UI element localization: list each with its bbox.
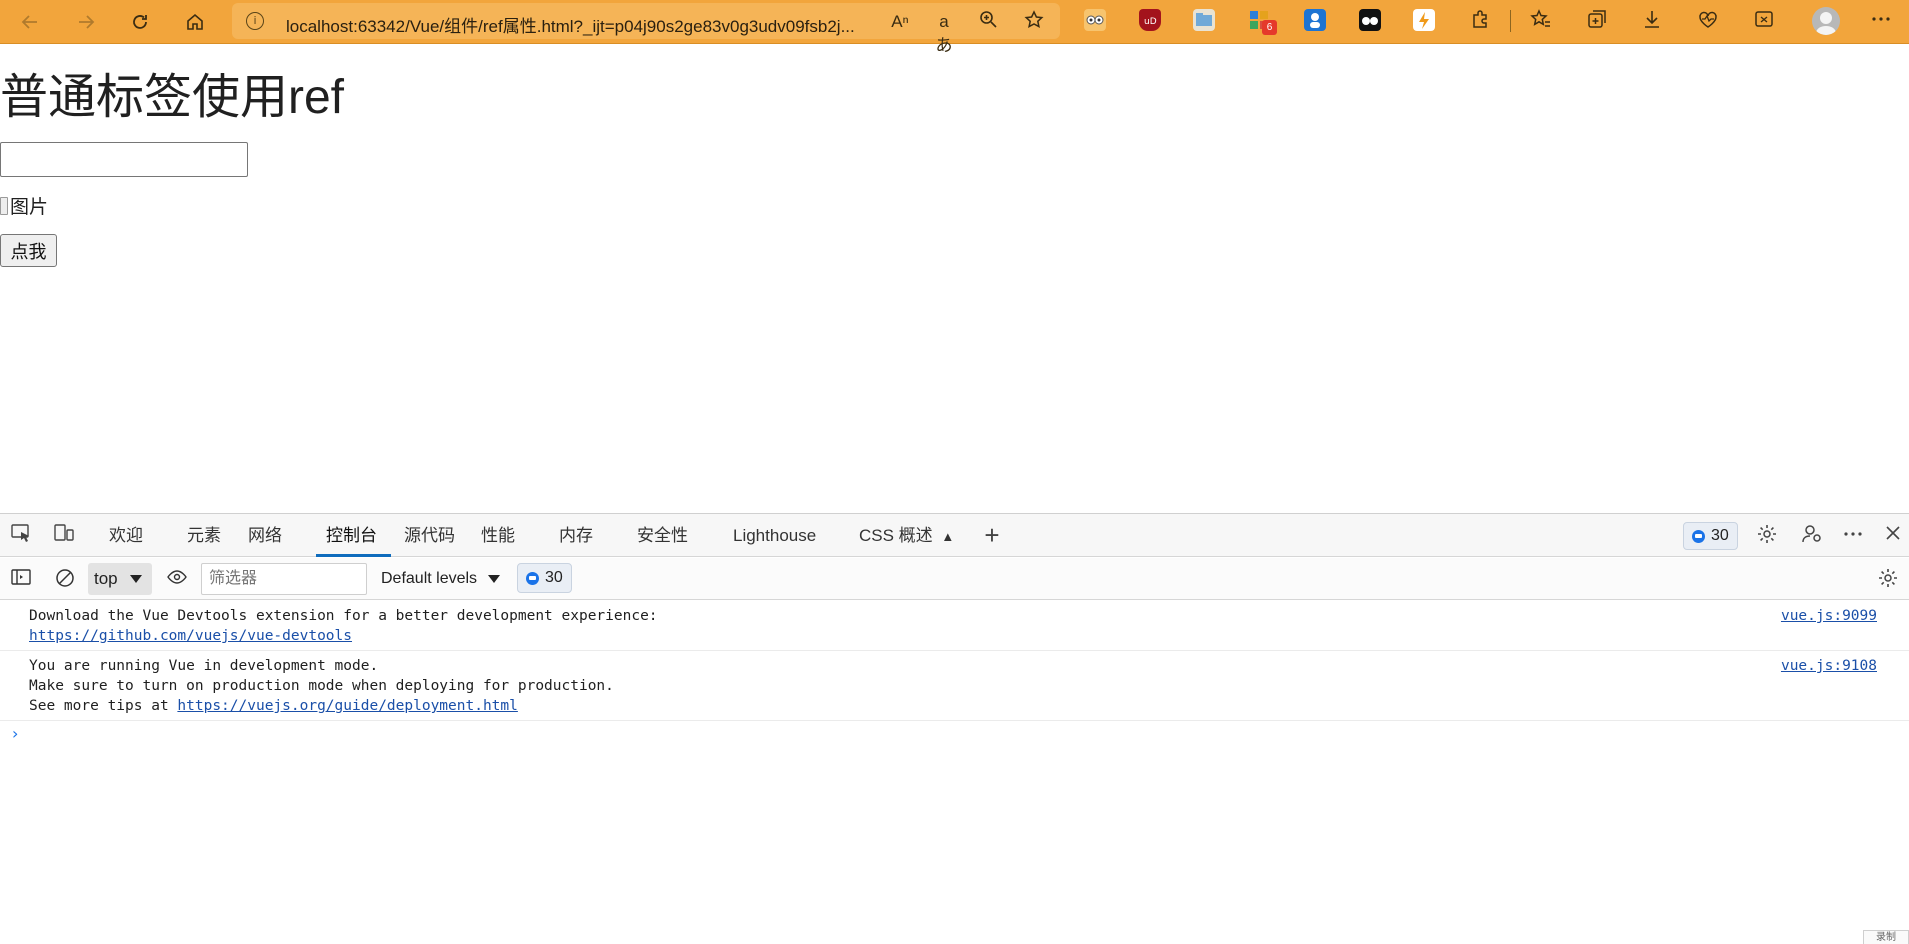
svg-text:uD: uD [1144,17,1157,27]
add-tab-icon[interactable]: + [979,522,1005,548]
message-text: Download the Vue Devtools extension for … [29,608,658,624]
extension-badge: 6 [1262,20,1277,35]
more-menu-icon[interactable] [1867,8,1895,36]
console-message: Download the Vue Devtools extension for … [0,601,1909,651]
tab-network[interactable]: 网络 [248,514,282,557]
issues-badge[interactable]: 30 [1683,522,1738,550]
zoom-icon[interactable] [976,10,1000,34]
extension-owl-icon[interactable] [1084,9,1106,31]
broken-image-icon [0,196,8,215]
downloads-icon[interactable] [1638,8,1666,36]
favorites-icon[interactable] [1527,8,1555,36]
text-input[interactable] [0,142,248,177]
log-levels-label: Default levels [381,570,478,587]
address-bar[interactable]: i localhost:63342/Vue/组件/ref属性.html?_ijt… [232,3,1060,55]
home-icon[interactable] [179,6,211,38]
tab-security[interactable]: 安全性 [637,514,688,557]
browser-toolbar: i localhost:63342/Vue/组件/ref属性.html?_ijt… [0,0,1909,55]
console-settings-gear-icon[interactable] [1875,567,1901,591]
tab-css-overview[interactable]: CSS 概述 ▲ [859,514,954,557]
profile-avatar[interactable] [1812,7,1840,35]
tab-performance[interactable]: 性能 [481,514,515,557]
extension-bolt-icon[interactable] [1413,9,1435,31]
extension-folder-icon[interactable] [1193,9,1215,31]
console-issues-badge[interactable]: 30 [517,563,572,593]
message-icon [526,571,539,585]
devtools-tab-bar: 欢迎 元素 网络 控制台 源代码 性能 内存 安全性 Lighthouse CS… [0,514,1909,557]
forward-arrow-icon[interactable] [70,6,102,38]
extension-person-icon[interactable] [1304,9,1326,31]
tab-welcome[interactable]: 欢迎 [109,514,143,557]
more-options-icon[interactable] [1840,523,1866,547]
console-filter-input[interactable] [201,563,367,595]
broken-image: 图片 [0,192,48,219]
tab-elements[interactable]: 元素 [187,514,221,557]
tab-css-overview-label: CSS 概述 [859,526,933,545]
toolbar-separator [1510,10,1511,32]
message-link[interactable]: https://vuejs.org/guide/deployment.html [177,698,517,714]
tab-sources[interactable]: 源代码 [404,514,455,557]
message-link[interactable]: https://github.com/vuejs/vue-devtools [29,628,352,644]
message-text: You are running Vue in development mode. [29,658,379,674]
message-source-link[interactable]: vue.js:9108 [1781,656,1877,676]
message-text: Make sure to turn on production mode whe… [29,678,614,694]
translate-icon[interactable]: aあ [932,10,956,55]
message-icon [1692,529,1705,543]
console-output: Download the Vue Devtools extension for … [0,601,1909,747]
console-message: You are running Vue in development mode.… [0,651,1909,721]
refresh-icon[interactable] [124,6,156,38]
clear-console-icon[interactable] [52,567,78,591]
console-sidebar-icon[interactable] [8,567,34,591]
console-filter-bar: top Default levels 30 [0,558,1909,600]
chevron-down-icon [488,575,500,583]
tab-lighthouse[interactable]: Lighthouse [733,514,816,557]
inspect-element-icon[interactable] [8,523,34,547]
click-me-button[interactable]: 点我 [0,234,57,267]
console-issues-count: 30 [545,569,563,586]
tab-console[interactable]: 控制台 [316,514,391,557]
close-devtools-icon[interactable] [1880,523,1906,547]
extension-glasses-icon[interactable] [1359,9,1381,31]
issues-count: 30 [1711,527,1729,544]
browser-essentials-icon[interactable] [1694,8,1722,36]
image-alt-text: 图片 [10,197,49,218]
tab-memory[interactable]: 内存 [559,514,593,557]
prompt-chevron-icon: › [12,724,19,743]
log-levels-dropdown[interactable]: Default levels [381,563,505,595]
devtools-panel: 欢迎 元素 网络 控制台 源代码 性能 内存 安全性 Lighthouse CS… [0,513,1909,944]
settings-gear-icon[interactable] [1754,523,1780,547]
add-favorite-icon[interactable] [1022,10,1046,34]
extensions-puzzle-icon[interactable] [1466,8,1494,36]
context-value: top [94,569,118,588]
context-select[interactable]: top [88,563,152,595]
url-text[interactable]: localhost:63342/Vue/组件/ref属性.html?_ijt=p… [286,12,855,37]
message-source-link[interactable]: vue.js:9099 [1781,606,1877,626]
chevron-down-icon [130,575,142,583]
message-text: See more tips at [29,698,178,714]
live-expression-eye-icon[interactable] [164,567,190,591]
console-prompt[interactable]: › [0,721,1909,747]
read-aloud-icon[interactable]: A͏ⁿ [888,10,912,34]
collections-icon[interactable] [1583,8,1611,36]
device-emulation-icon[interactable] [51,523,77,547]
web-capture-icon[interactable] [1750,8,1778,36]
back-arrow-icon[interactable] [14,6,46,38]
site-info-icon[interactable]: i [246,12,264,30]
customize-devtools-icon[interactable] [1799,523,1825,547]
experiment-flask-icon: ▲ [941,529,955,544]
page-title: 普通标签使用ref [0,71,345,124]
ublock-origin-icon[interactable]: uD [1139,9,1161,31]
